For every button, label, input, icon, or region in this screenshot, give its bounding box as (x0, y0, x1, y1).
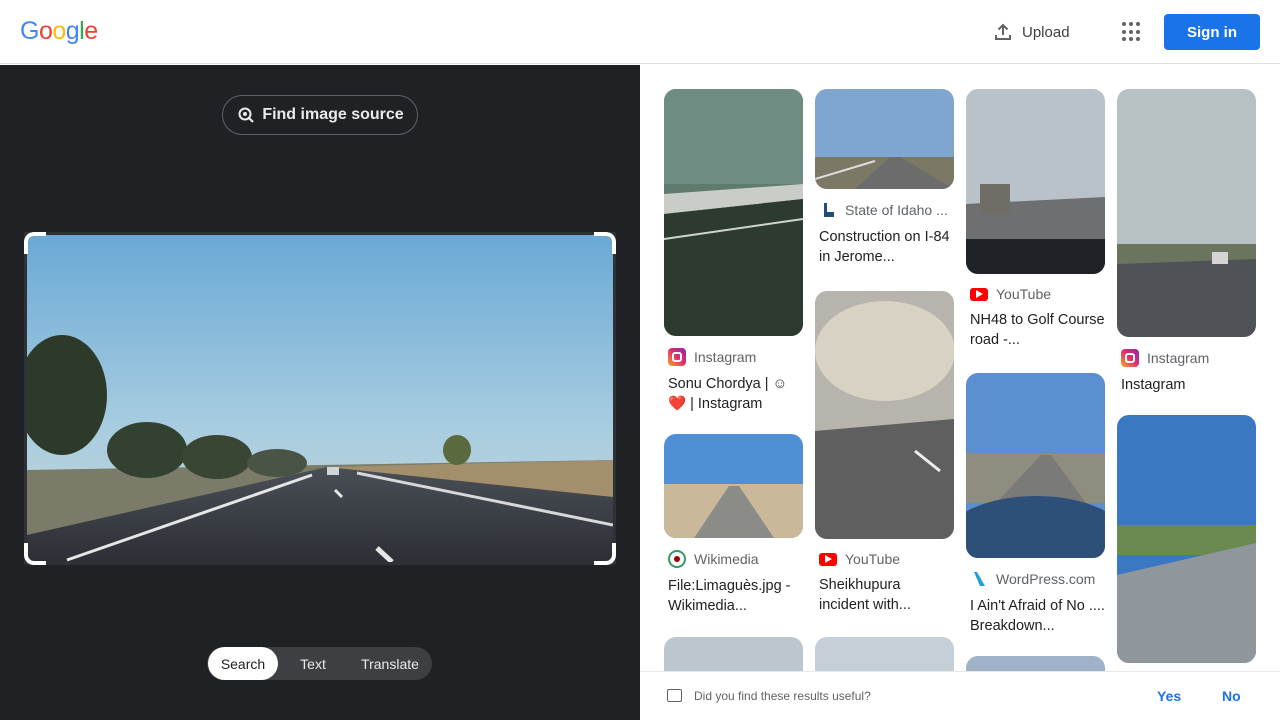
logo-letter: G (20, 17, 39, 45)
result-source: YouTube (819, 551, 954, 567)
logo-letter: e (84, 17, 98, 45)
result-thumbnail[interactable] (1117, 415, 1256, 663)
tab-translate[interactable]: Translate (348, 647, 432, 680)
instagram-icon (668, 348, 686, 366)
result-thumbnail[interactable] (966, 373, 1105, 558)
highway-photo (27, 235, 613, 562)
feedback-icon (667, 689, 682, 702)
result-source: Instagram (668, 348, 803, 366)
result-card[interactable]: Instagram Sonu Chordya | ☺ ❤️ | Instagra… (664, 89, 803, 414)
result-thumbnail[interactable] (815, 89, 954, 189)
result-source-name: YouTube (845, 551, 901, 567)
feedback-yes-button[interactable]: Yes (1157, 688, 1181, 704)
result-title[interactable]: I Ain't Afraid of No .... Breakdown... (970, 596, 1105, 636)
lens-mode-selector: Search Text Translate (207, 647, 432, 680)
wordpress-icon (970, 570, 988, 588)
result-thumbnail[interactable] (664, 637, 803, 671)
result-source-name: Wikimedia (694, 551, 759, 567)
result-source: Instagram (1121, 349, 1256, 367)
find-image-source-label: Find image source (262, 106, 404, 123)
feedback-bar: Did you find these results useful? Yes N… (640, 671, 1280, 720)
result-thumbnail[interactable] (966, 89, 1105, 274)
crop-handle-top-left[interactable] (24, 232, 46, 254)
result-thumbnail[interactable] (664, 89, 803, 336)
find-image-source-button[interactable]: Find image source (222, 95, 418, 135)
tab-search[interactable]: Search (208, 647, 278, 680)
result-title[interactable]: NH48 to Golf Course road -... (970, 310, 1105, 350)
logo-letter: o (38, 17, 53, 45)
image-preview-panel: Find image source Search Text Translate (0, 65, 640, 720)
result-title[interactable]: Sonu Chordya | ☺ ❤️ | Instagram (668, 374, 803, 414)
youtube-icon (970, 287, 988, 301)
upload-label: Upload (1022, 23, 1070, 41)
result-thumbnail[interactable] (966, 656, 1105, 671)
upload-button[interactable]: Upload (993, 20, 1070, 44)
result-card[interactable]: YouTube Sheikhupura incident with... (815, 291, 954, 615)
result-card[interactable]: Wikimedia File:Limaguès.jpg - Wikimedia.… (664, 434, 803, 616)
idaho-icon (819, 201, 837, 219)
instagram-icon (1121, 349, 1139, 367)
result-source-name: State of Idaho ... (845, 202, 948, 218)
result-thumbnail[interactable] (815, 637, 954, 671)
top-bar: Google Upload Sign in (0, 0, 1280, 64)
google-apps-icon[interactable] (1120, 20, 1144, 44)
logo-letter: o (52, 17, 66, 45)
result-source-name: Instagram (1147, 350, 1210, 366)
result-source: WordPress.com (970, 570, 1105, 588)
feedback-no-button[interactable]: No (1222, 688, 1241, 704)
result-source-name: WordPress.com (996, 571, 1096, 587)
selected-image[interactable] (24, 232, 616, 565)
youtube-icon (819, 552, 837, 566)
upload-icon (995, 23, 1011, 40)
result-card[interactable] (664, 637, 803, 671)
result-source-name: YouTube (996, 286, 1052, 302)
google-logo[interactable]: Google (20, 17, 98, 46)
result-title[interactable]: File:Limaguès.jpg - Wikimedia... (668, 576, 803, 616)
result-title[interactable]: Instagram (1121, 375, 1256, 395)
result-thumbnail[interactable] (1117, 89, 1256, 337)
result-thumbnail[interactable] (815, 291, 954, 539)
logo-letter: g (65, 17, 80, 45)
lens-search-icon (238, 107, 255, 123)
crop-handle-bottom-right[interactable] (594, 543, 616, 565)
result-title[interactable]: Sheikhupura incident with... (819, 575, 954, 615)
feedback-question: Did you find these results useful? (694, 689, 871, 703)
result-title[interactable]: Construction on I-84 in Jerome... (819, 227, 954, 267)
sign-in-button[interactable]: Sign in (1164, 14, 1260, 50)
result-source-name: Instagram (694, 349, 757, 365)
result-thumbnail[interactable] (664, 434, 803, 538)
result-source: YouTube (970, 286, 1105, 302)
result-card[interactable] (966, 656, 1105, 671)
result-card[interactable] (815, 637, 954, 671)
result-source: State of Idaho ... (819, 201, 954, 219)
result-card[interactable]: YouTube NH48 to Golf Course road -... (966, 89, 1105, 350)
crop-handle-bottom-left[interactable] (24, 543, 46, 565)
result-card[interactable]: WordPress.com I Ain't Afraid of No .... … (966, 373, 1105, 636)
wikimedia-icon (668, 550, 686, 568)
result-card[interactable]: Instagram Instagram (1117, 89, 1256, 395)
tab-text[interactable]: Text (278, 647, 348, 680)
result-source: Wikimedia (668, 550, 803, 568)
crop-handle-top-right[interactable] (594, 232, 616, 254)
result-card[interactable]: State of Idaho ... Construction on I-84 … (815, 89, 954, 267)
result-card[interactable] (1117, 415, 1256, 663)
visual-matches-grid: Instagram Sonu Chordya | ☺ ❤️ | Instagra… (640, 65, 1280, 671)
